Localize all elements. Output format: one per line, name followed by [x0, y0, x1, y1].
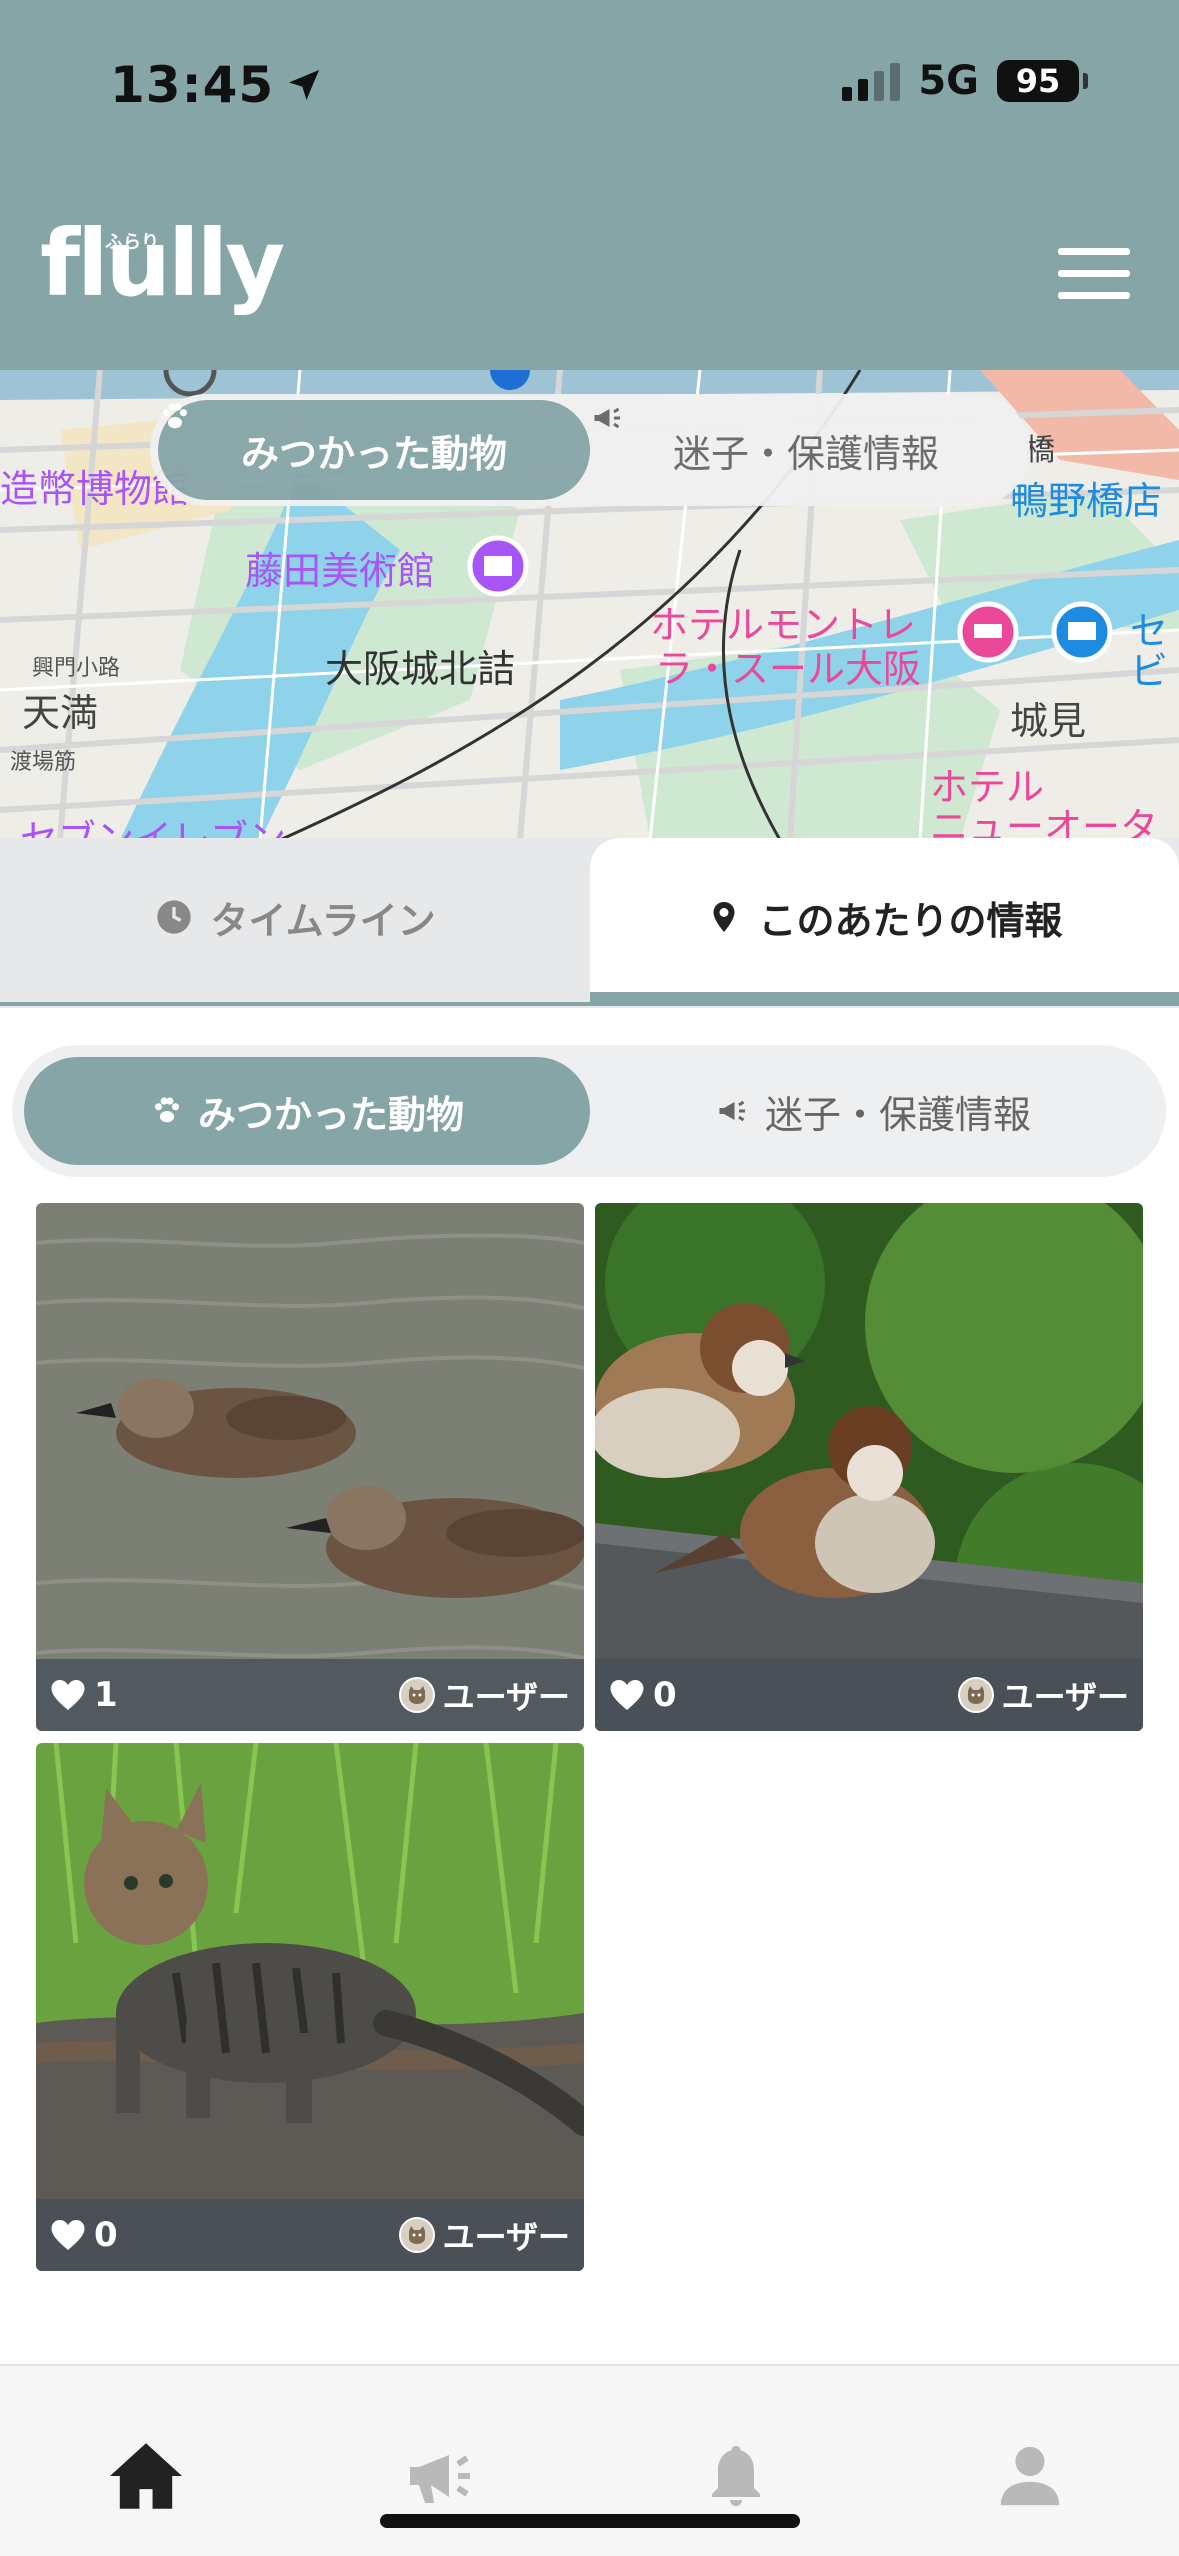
post-author[interactable]: ユーザー — [398, 2212, 570, 2258]
status-indicators: 5G 95 — [842, 58, 1088, 104]
hamburger-menu-button[interactable] — [1058, 248, 1130, 300]
map-label-bi: ビ — [1130, 649, 1169, 693]
clock-icon — [157, 900, 191, 934]
app-header: 13:45 5G 95 ふらり flully — [0, 0, 1179, 370]
nav-notifications[interactable] — [686, 2426, 786, 2526]
map-found-animals-label: みつかった動物 — [240, 431, 507, 476]
signal-icon — [842, 61, 901, 101]
home-icon — [110, 2443, 182, 2509]
lost-info-label: 迷子・保護情報 — [764, 1092, 1031, 1137]
duck-photo — [36, 1203, 584, 1731]
found-animals-button[interactable]: みつかった動物 — [24, 1057, 590, 1165]
nav-lost-info[interactable] — [390, 2426, 490, 2526]
map-label-museum[interactable]: 藤田美術館 — [245, 540, 435, 595]
found-animals-label: みつかった動物 — [197, 1092, 464, 1137]
post-author-name: ユーザー — [442, 1678, 570, 1716]
heart-icon — [51, 2220, 85, 2250]
heart-icon — [51, 1680, 85, 1710]
home-indicator — [380, 2514, 800, 2528]
map-label-station[interactable]: 大阪城北詰 — [325, 638, 515, 693]
map-lost-info-button[interactable]: 迷子・保護情報 — [590, 400, 1022, 500]
heart-icon — [610, 1680, 644, 1710]
like-count: 1 — [94, 1675, 118, 1715]
sparrow-photo — [595, 1203, 1143, 1731]
tab-timeline[interactable]: タイムライン — [0, 838, 590, 996]
post-author-name: ユーザー — [1001, 1678, 1129, 1716]
like-button[interactable]: 1 — [50, 1675, 118, 1715]
post-card[interactable]: 0 ユーザー — [36, 1743, 584, 2271]
person-icon — [1000, 2446, 1060, 2506]
map-view[interactable]: 造幣博物館 藤田美術館 大阪城北詰 ホテルモントレ ラ・スール大阪 鴨野橋店 城… — [0, 370, 1179, 840]
active-tab-indicator — [590, 992, 1179, 1006]
bell-icon — [712, 2446, 760, 2506]
post-card-footer: 0 ユーザー — [36, 2199, 584, 2271]
megaphone-icon — [410, 2455, 470, 2503]
status-time: 13:45 — [110, 56, 324, 114]
post-card[interactable]: 0 ユーザー — [595, 1203, 1143, 1731]
post-author[interactable]: ユーザー — [398, 1672, 570, 1718]
network-label: 5G — [918, 58, 979, 104]
post-card-footer: 0 ユーザー — [595, 1659, 1143, 1731]
list-filter-toggle: みつかった動物 迷子・保護情報 — [12, 1045, 1166, 1177]
cat-avatar-icon — [398, 1677, 435, 1713]
map-filter-toggle: みつかった動物 迷子・保護情報 — [150, 394, 1030, 506]
time-text: 13:45 — [110, 56, 275, 114]
megaphone-icon — [594, 407, 620, 429]
map-label-hotel-2b[interactable]: ニューオータ — [930, 796, 1158, 840]
map-label-kouban: 興門小路 — [32, 656, 121, 681]
map-label-hotel-1b[interactable]: ラ・スール大阪 — [655, 638, 921, 693]
like-count: 0 — [653, 1675, 677, 1715]
nav-profile[interactable] — [980, 2426, 1080, 2526]
app-logo[interactable]: flully — [40, 218, 285, 310]
map-label-seven: セブンイレブン — [20, 817, 287, 840]
tab-nearby-info[interactable]: このあたりの情報 — [590, 838, 1179, 996]
tab-nearby-label: このあたりの情報 — [758, 898, 1063, 943]
megaphone-icon — [719, 1100, 745, 1122]
like-button[interactable]: 0 — [50, 2215, 118, 2255]
post-author[interactable]: ユーザー — [957, 1672, 1129, 1718]
map-lost-info-label: 迷子・保護情報 — [672, 431, 939, 476]
battery-level: 95 — [1015, 62, 1061, 100]
map-label-watarai: 渡場筋 — [10, 750, 77, 775]
location-pin-icon — [713, 902, 735, 932]
post-card-footer: 1 ユーザー — [36, 1659, 584, 1731]
post-card[interactable]: 1 ユーザー — [36, 1203, 584, 1731]
paw-icon — [162, 403, 188, 429]
cat-avatar-icon — [398, 2217, 435, 2253]
battery-icon: 95 — [997, 60, 1088, 102]
like-count: 0 — [94, 2215, 118, 2255]
tab-timeline-label: タイムライン — [210, 898, 436, 943]
cat-photo — [36, 1743, 584, 2271]
lost-info-button[interactable]: 迷子・保護情報 — [590, 1057, 1156, 1165]
like-button[interactable]: 0 — [609, 1675, 677, 1715]
map-label-kamotsu: 鴨野橋店 — [1010, 479, 1163, 523]
map-found-animals-button[interactable]: みつかった動物 — [158, 400, 590, 500]
paw-icon — [154, 1097, 180, 1123]
nav-home[interactable] — [96, 2426, 196, 2526]
content-tabs: タイムライン このあたりの情報 — [0, 838, 1179, 1008]
map-label-joken: 城見 — [1010, 699, 1087, 743]
map-label-tenma: 天満 — [22, 691, 99, 735]
post-author-name: ユーザー — [442, 2218, 570, 2256]
location-arrow-icon — [289, 70, 320, 100]
cat-avatar-icon — [957, 1677, 994, 1713]
